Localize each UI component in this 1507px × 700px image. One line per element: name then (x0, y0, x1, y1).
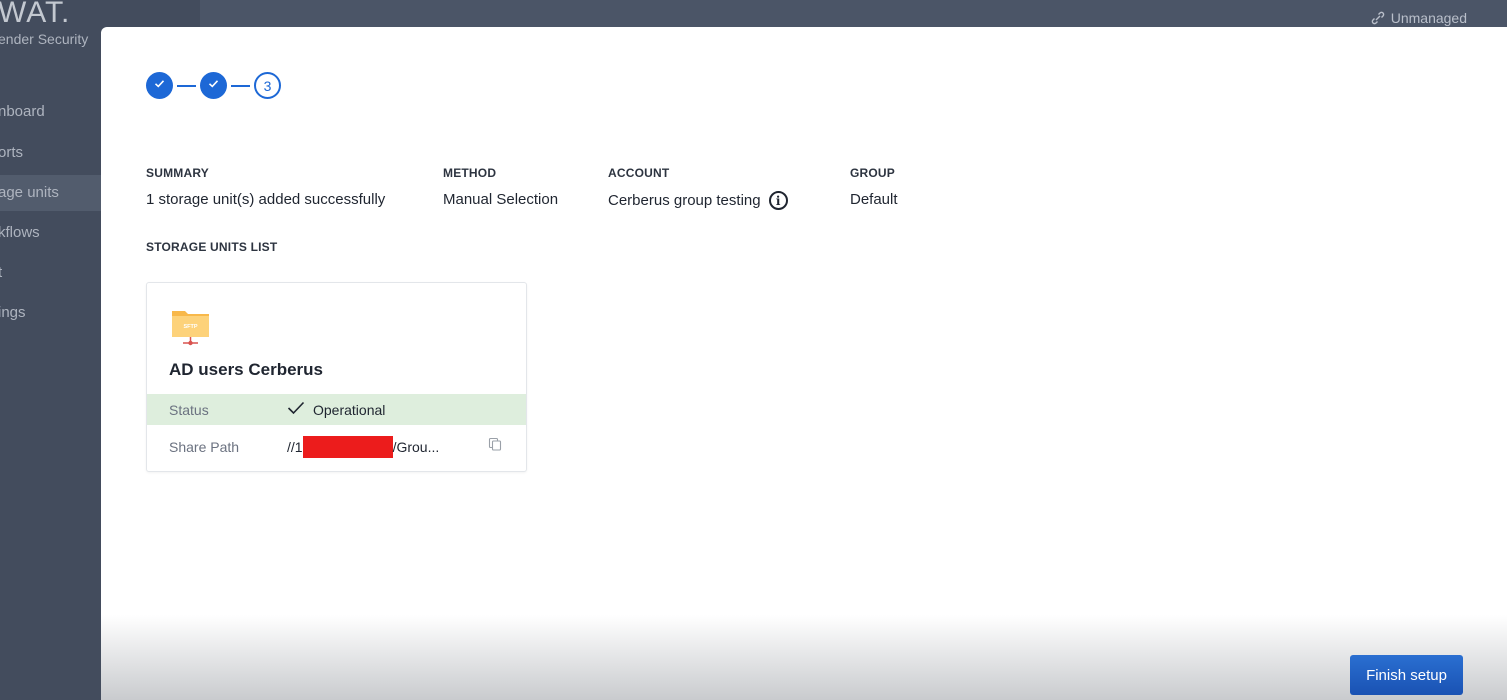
method-label: METHOD (443, 166, 497, 180)
unmanaged-label: Unmanaged (1390, 10, 1467, 26)
unlink-icon (1371, 11, 1385, 25)
method-section: METHOD Manual Selection (443, 166, 558, 208)
redaction-block (302, 435, 393, 458)
step-3-current: 3 (254, 72, 281, 99)
brand-subtitle: ender Security (0, 31, 89, 47)
account-label: ACCOUNT (608, 166, 670, 180)
account-value-row: Cerberus group testing i (608, 191, 788, 210)
step-1-complete (146, 72, 173, 99)
group-value: Default (850, 191, 898, 208)
share-path-suffix: /Grou... (392, 438, 440, 455)
stepper: 3 (146, 72, 281, 99)
check-icon (153, 77, 166, 95)
check-icon (287, 401, 305, 418)
group-label: GROUP (850, 166, 896, 180)
step-2-complete (200, 72, 227, 99)
share-path-label: Share Path (169, 438, 240, 455)
status-label: Status (169, 401, 209, 418)
status-value-row: Operational (287, 401, 385, 418)
share-path-value: //1 /Grou... (287, 435, 440, 458)
status-row: Status Operational (147, 394, 526, 425)
share-path-prefix: //1 (287, 438, 303, 455)
footer-bar: Finish setup (101, 615, 1507, 700)
step-connector (177, 84, 196, 87)
account-section: ACCOUNT Cerberus group testing i (608, 166, 788, 210)
account-value: Cerberus group testing (608, 192, 761, 209)
finish-setup-button[interactable]: Finish setup (1350, 655, 1463, 695)
method-value: Manual Selection (443, 191, 559, 208)
brand-logo: WAT. (0, 0, 71, 29)
sftp-icon-label: SFTP (183, 324, 197, 330)
summary-section: SUMMARY 1 storage unit(s) added successf… (146, 166, 385, 208)
storage-units-list-label: STORAGE UNITS LIST (146, 240, 278, 254)
storage-unit-card[interactable]: SFTP AD users Cerberus Status Operationa… (146, 282, 527, 472)
storage-unit-title: AD users Cerberus (169, 360, 324, 379)
sftp-folder-icon: SFTP (171, 307, 211, 352)
summary-value: 1 storage unit(s) added successfully (146, 191, 386, 208)
check-icon (207, 77, 220, 95)
copy-icon[interactable] (488, 437, 502, 454)
info-icon[interactable]: i (768, 191, 788, 210)
summary-label: SUMMARY (146, 166, 209, 180)
status-value: Operational (313, 401, 386, 418)
group-section: GROUP Default (850, 166, 898, 208)
step-connector (231, 84, 250, 87)
setup-panel: 3 SUMMARY 1 storage unit(s) added succes… (101, 27, 1507, 700)
share-path-row: Share Path //1 /Grou... (147, 431, 526, 462)
unmanaged-indicator[interactable]: Unmanaged (1371, 10, 1467, 26)
